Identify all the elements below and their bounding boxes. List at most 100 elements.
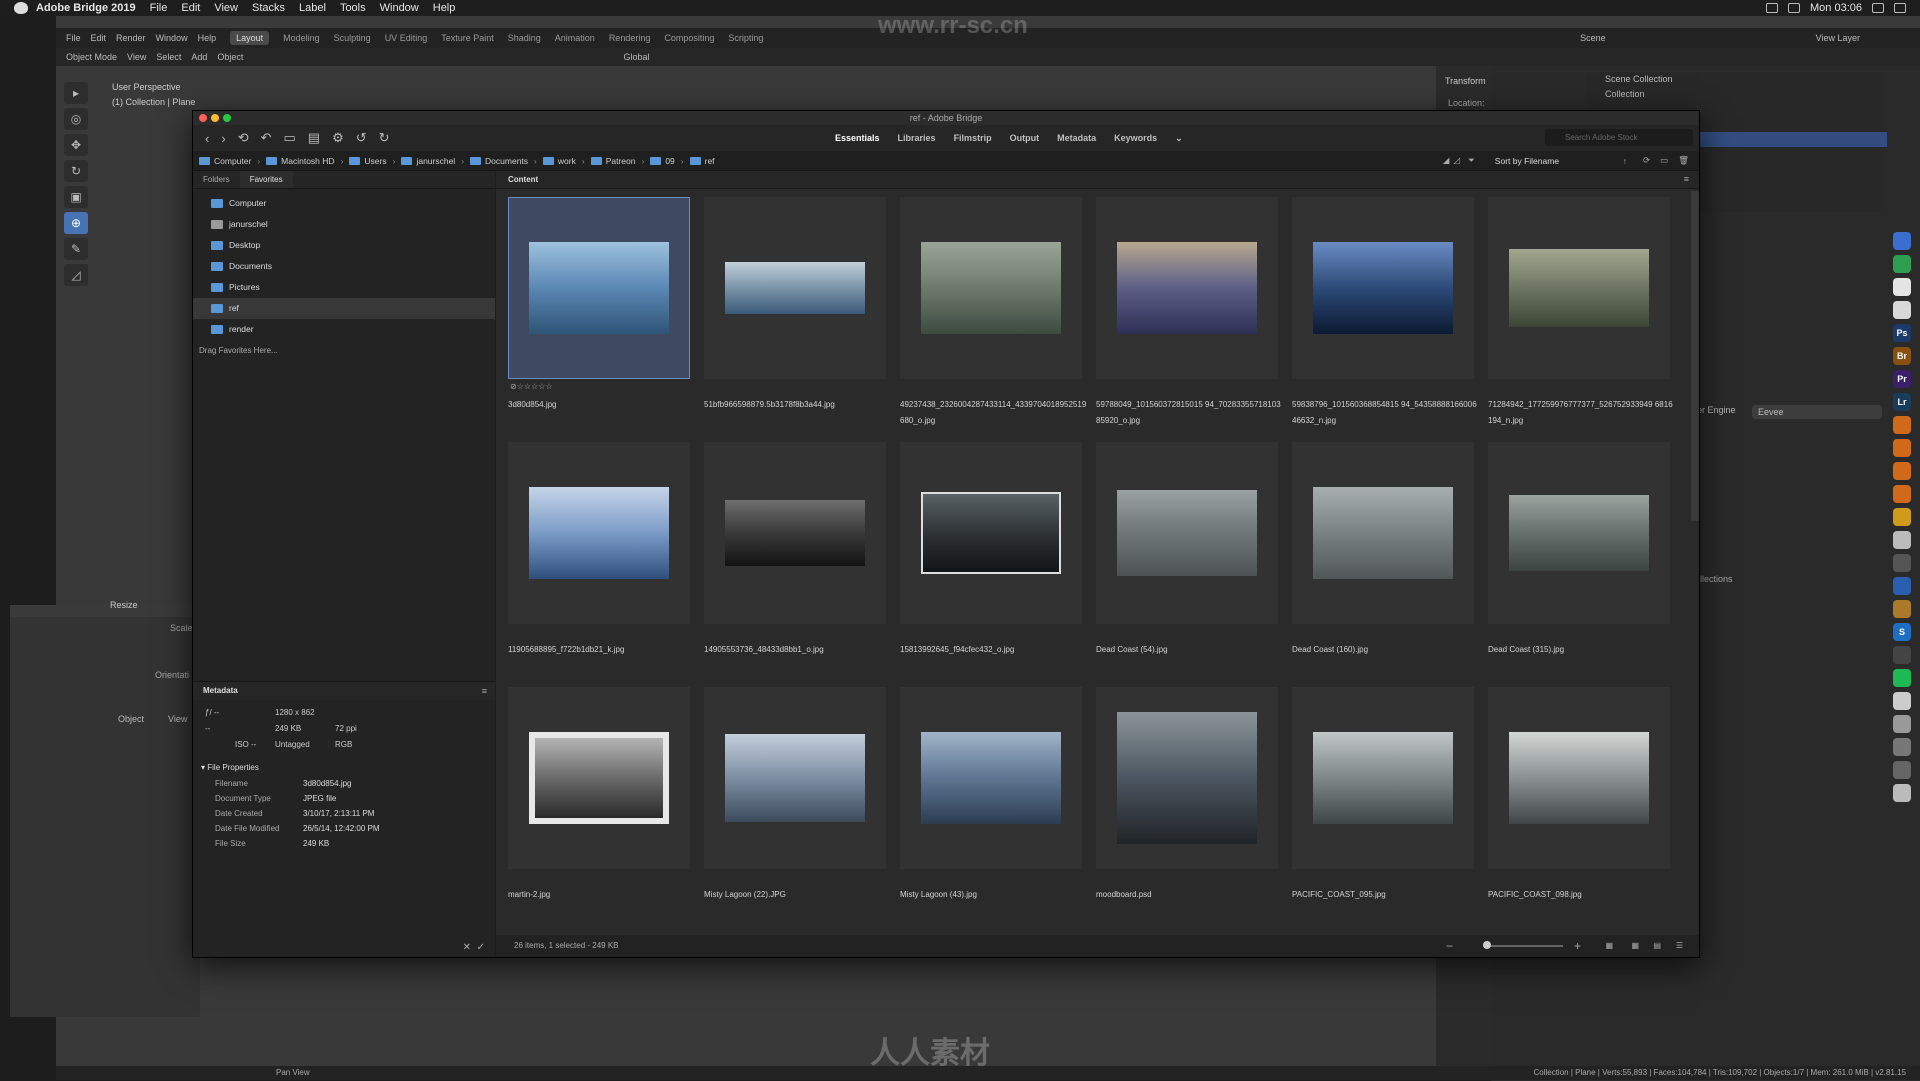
outliner-row-collection[interactable]: Collection: [1587, 87, 1887, 102]
content-panel-title[interactable]: Content: [496, 171, 1699, 189]
zoom-button[interactable]: [223, 114, 231, 122]
thumbnail-image[interactable]: [921, 492, 1061, 574]
stock-search-input[interactable]: Search Adobe Stock: [1545, 129, 1693, 146]
crumb-work[interactable]: work: [542, 156, 576, 166]
dock-app-icon[interactable]: [1893, 554, 1911, 572]
dock-app-icon[interactable]: [1893, 761, 1911, 779]
ws-tab-texture-paint[interactable]: Texture Paint: [441, 33, 494, 43]
thumbnail-image[interactable]: [529, 487, 669, 579]
thumbnail-image[interactable]: [921, 732, 1061, 824]
thumbnail-item[interactable]: moodboard.psd: [1090, 687, 1286, 932]
menu-file[interactable]: File: [150, 2, 168, 14]
thumbnail-item[interactable]: Dead Coast (315).jpg: [1482, 442, 1678, 687]
ws-tab-animation[interactable]: Animation: [555, 33, 595, 43]
view-list-icon[interactable]: ☰: [1676, 935, 1683, 957]
viewport-menu-view[interactable]: View: [127, 52, 146, 62]
thumbnail-image[interactable]: [725, 262, 865, 314]
menu-edit[interactable]: Edit: [181, 2, 200, 14]
thumbnail-image[interactable]: [1313, 242, 1453, 334]
crumb-ref[interactable]: ref: [689, 156, 715, 166]
thumbnail-image[interactable]: [725, 500, 865, 566]
favorite-computer[interactable]: Computer: [193, 193, 495, 214]
crumb-macintosh-hd[interactable]: Macintosh HD: [266, 156, 335, 166]
crumb-patreon[interactable]: Patreon: [590, 156, 635, 166]
view-details-icon[interactable]: ▤: [1653, 935, 1661, 957]
battery-icon[interactable]: [1788, 3, 1801, 13]
render-engine-dropdown[interactable]: Eevee: [1752, 405, 1882, 419]
wifi-icon[interactable]: [1766, 3, 1779, 13]
rotate-left-icon[interactable]: ↺: [356, 130, 367, 146]
move-tool-icon[interactable]: ✥: [64, 134, 88, 156]
apple-icon[interactable]: [14, 2, 28, 14]
thumbnail-item[interactable]: PACIFIC_COAST_095.jpg: [1286, 687, 1482, 932]
crumb-users[interactable]: Users: [349, 156, 387, 166]
resize-panel-title[interactable]: Resize: [110, 600, 138, 610]
dock-app-icon[interactable]: [1893, 577, 1911, 595]
favorite-ref[interactable]: ref: [193, 298, 495, 319]
ws-tab-rendering[interactable]: Rendering: [609, 33, 651, 43]
crumb-documents[interactable]: Documents: [470, 156, 528, 166]
blender-menu-help[interactable]: Help: [198, 33, 217, 43]
thumbnail-item[interactable]: Misty Lagoon (22).JPG: [698, 687, 894, 932]
small-view-menu[interactable]: View: [168, 714, 187, 724]
thumbnail-item[interactable]: 71284942_177259976777377_526752933949 68…: [1482, 197, 1678, 442]
content-scrollbar[interactable]: [1691, 191, 1699, 521]
menu-tools[interactable]: Tools: [340, 2, 366, 14]
thumbnail-item[interactable]: 14905553736_48433d8bb1_o.jpg: [698, 442, 894, 687]
recent-icon[interactable]: ⟲: [238, 130, 249, 146]
filter-icon[interactable]: ⏷: [1468, 155, 1475, 166]
trash-icon[interactable]: [1893, 784, 1911, 802]
content-menu-icon[interactable]: ≡: [1684, 174, 1689, 184]
crumb-09[interactable]: 09: [650, 156, 675, 166]
thumbnail-item[interactable]: 15813992645_f94cfec432_o.jpg: [894, 442, 1090, 687]
blender-icon[interactable]: [1893, 462, 1911, 480]
thumbnail-item[interactable]: Dead Coast (54).jpg: [1090, 442, 1286, 687]
blender-menu-window[interactable]: Window: [156, 33, 188, 43]
ws-tab-compositing[interactable]: Compositing: [664, 33, 714, 43]
thumbnail-item[interactable]: 49237438_2326004287433114_43397040189525…: [894, 197, 1090, 442]
thumbnail-image[interactable]: [1117, 242, 1257, 334]
zoom-out-icon[interactable]: −: [1446, 935, 1453, 957]
refine-icon[interactable]: ▤: [308, 130, 320, 146]
thumbnail-image[interactable]: [1509, 495, 1649, 571]
menu-help[interactable]: Help: [433, 2, 456, 14]
tab-metadata[interactable]: Metadata: [1048, 129, 1105, 148]
menu-window[interactable]: Window: [380, 2, 419, 14]
thumbnail-item[interactable]: Misty Lagoon (43).jpg: [894, 687, 1090, 932]
apply-icon[interactable]: ✓: [477, 942, 485, 953]
boomerang-icon[interactable]: ↶: [261, 130, 272, 146]
slider-knob[interactable]: [1483, 941, 1491, 949]
rotate-right-icon[interactable]: ↻: [379, 130, 390, 146]
rating-filter-icon[interactable]: ◢: [1443, 155, 1450, 166]
cursor-tool-icon[interactable]: ◎: [64, 108, 88, 130]
thumbnail-image[interactable]: [921, 242, 1061, 334]
file-properties-section[interactable]: ▾ File Properties: [193, 760, 495, 776]
orientation-dropdown[interactable]: Global: [623, 52, 649, 62]
crumb-janurschel[interactable]: janurschel: [401, 156, 455, 166]
thumbnail-image[interactable]: [1313, 487, 1453, 579]
tab-favorites[interactable]: Favorites: [239, 171, 293, 188]
thumbnail-image[interactable]: [1509, 732, 1649, 824]
thumbnail-image[interactable]: [1117, 490, 1257, 576]
transform-tool-icon[interactable]: ⊕: [64, 212, 88, 234]
tab-keywords[interactable]: Keywords: [1105, 129, 1166, 148]
zoom-in-icon[interactable]: +: [1574, 935, 1581, 957]
viewport-menu-select[interactable]: Select: [156, 52, 181, 62]
thumbnail-item[interactable]: 11905688895_f722b1db21_k.jpg: [502, 442, 698, 687]
close-button[interactable]: [199, 114, 207, 122]
clock[interactable]: Mon 03:06: [1810, 2, 1862, 14]
ws-tab-modeling[interactable]: Modeling: [283, 33, 320, 43]
measure-tool-icon[interactable]: ◿: [64, 264, 88, 286]
open-icon[interactable]: ⚙: [332, 130, 344, 146]
panel-menu-icon[interactable]: ≡: [482, 686, 487, 696]
dock-app-icon[interactable]: [1893, 232, 1911, 250]
scene-selector[interactable]: Scene: [1580, 33, 1606, 43]
more-workspaces-chevron-icon[interactable]: ⌄: [1166, 129, 1192, 148]
thumbnail-item[interactable]: 59838796_101560368854815 94_543588881660…: [1286, 197, 1482, 442]
crumb-computer[interactable]: Computer: [199, 156, 251, 166]
control-center-icon[interactable]: [1894, 3, 1906, 13]
dock-app-icon[interactable]: [1893, 531, 1911, 549]
sort-dropdown[interactable]: Sort by Filename: [1495, 156, 1605, 166]
outliner-row-scene-collection[interactable]: Scene Collection: [1587, 72, 1887, 87]
ws-tab-uv-editing[interactable]: UV Editing: [385, 33, 428, 43]
